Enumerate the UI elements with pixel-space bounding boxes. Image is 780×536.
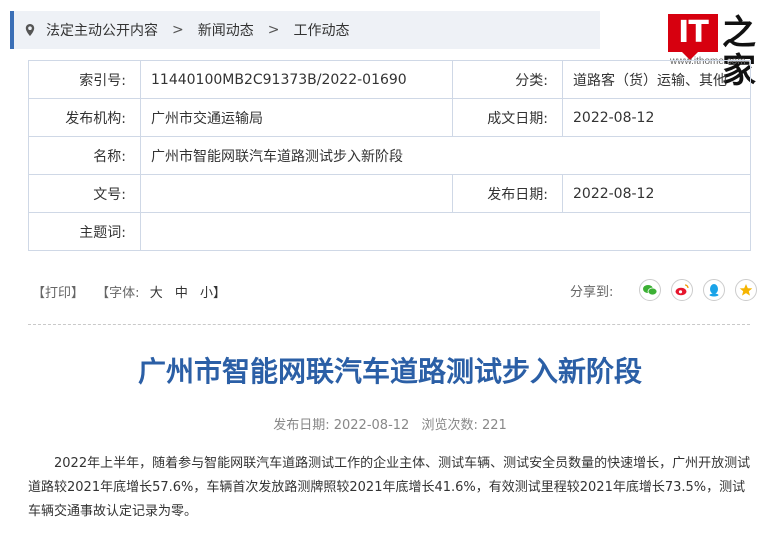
qzone-icon[interactable] <box>735 279 758 301</box>
font-large-link[interactable]: 大 <box>150 286 163 301</box>
font-medium-link[interactable]: 中 <box>175 286 188 301</box>
breadcrumb-item-news[interactable]: 新闻动态 <box>198 20 254 40</box>
article-pub-info: 发布日期: 2022-08-12 浏览次数: 221 <box>0 414 780 433</box>
article-date: 发布日期: 2022-08-12 <box>273 418 410 433</box>
table-row: 发布机构: 广州市交通运输局 成文日期: 2022-08-12 <box>28 98 751 137</box>
docno-value <box>140 174 453 213</box>
table-row: 名称: 广州市智能网联汽车道路测试步入新阶段 <box>28 136 751 175</box>
print-link[interactable]: 【打印】 <box>32 286 84 301</box>
share-bar: 分享到: <box>570 277 758 303</box>
divider <box>28 324 750 325</box>
document-meta-table: 索引号: 11440100MB2C91373B/2022-01690 分类: 道… <box>28 60 751 251</box>
ithome-logo: IT 之家 www.ithome.com <box>668 8 772 90</box>
breadcrumb-item-work-news[interactable]: 工作动态 <box>293 20 349 40</box>
breadcrumb-item-public-content[interactable]: 法定主动公开内容 <box>46 20 158 40</box>
article-views: 浏览次数: 221 <box>421 418 507 433</box>
font-size-label: 【字体: <box>96 286 140 301</box>
pubdate-label: 发布日期: <box>452 174 563 213</box>
index-label: 索引号: <box>28 60 141 99</box>
index-value: 11440100MB2C91373B/2022-01690 <box>140 60 453 99</box>
category-label: 分类: <box>452 60 563 99</box>
publisher-label: 发布机构: <box>28 98 141 137</box>
table-row: 索引号: 11440100MB2C91373B/2022-01690 分类: 道… <box>28 60 751 99</box>
table-row: 主题词: <box>28 212 751 251</box>
name-value: 广州市智能网联汽车道路测试步入新阶段 <box>140 136 751 175</box>
share-label: 分享到: <box>570 284 614 300</box>
created-date-label: 成文日期: <box>452 98 563 137</box>
chevron-right-icon: > <box>267 22 280 38</box>
created-date-value: 2022-08-12 <box>562 98 751 137</box>
table-row: 文号: 发布日期: 2022-08-12 <box>28 174 751 213</box>
page-tools: 【打印】 【字体: 大 中 小】 <box>32 282 226 301</box>
article-paragraph: 2022年上半年，随着参与智能网联汽车道路测试工作的企业主体、测试车辆、测试安全… <box>28 456 751 519</box>
subject-label: 主题词: <box>28 212 141 251</box>
subject-value <box>140 212 751 251</box>
category-value: 道路客（货）运输、其他 <box>562 60 751 99</box>
name-label: 名称: <box>28 136 141 175</box>
article-title: 广州市智能网联汽车道路测试步入新阶段 <box>137 355 642 388</box>
docno-label: 文号: <box>28 174 141 213</box>
breadcrumb: 法定主动公开内容 > 新闻动态 > 工作动态 <box>10 11 600 49</box>
weibo-icon[interactable] <box>671 279 694 301</box>
qq-icon[interactable] <box>703 279 726 301</box>
publisher-value: 广州市交通运输局 <box>140 98 453 137</box>
pubdate-value: 2022-08-12 <box>562 174 751 213</box>
chevron-right-icon: > <box>172 22 184 38</box>
logo-mark: IT <box>668 14 718 60</box>
location-pin-icon <box>25 24 35 36</box>
font-small-link[interactable]: 小】 <box>200 286 226 301</box>
wechat-icon[interactable] <box>639 279 662 301</box>
